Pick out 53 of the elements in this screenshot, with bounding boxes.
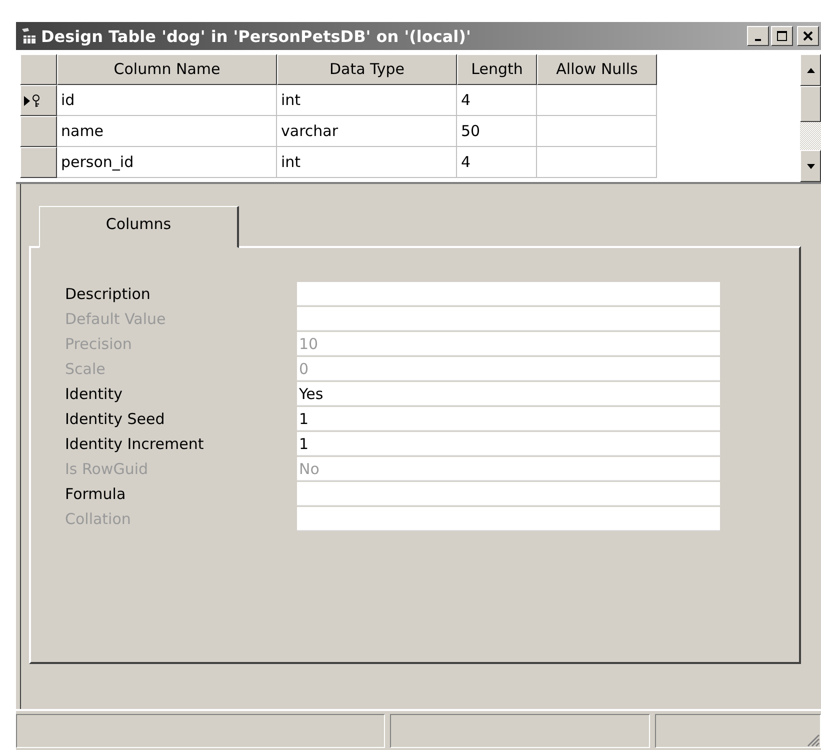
property-label: Identity (65, 384, 124, 405)
table-cell[interactable]: 50 (457, 116, 537, 147)
table-cell[interactable] (537, 85, 657, 116)
table-cell[interactable]: int (277, 147, 457, 178)
column-header[interactable]: Length (457, 54, 537, 85)
property-value-field[interactable] (297, 307, 720, 331)
property-label: Default Value (65, 309, 167, 330)
property-value-field[interactable] (297, 482, 720, 506)
property-value-field[interactable] (297, 507, 720, 531)
minimize-icon (755, 39, 761, 41)
maximize-button[interactable] (771, 26, 793, 46)
row-selector[interactable] (20, 147, 57, 178)
table-cell[interactable]: person_id (57, 147, 277, 178)
close-button[interactable] (797, 26, 819, 46)
minimize-button[interactable] (747, 26, 769, 46)
tab[interactable]: Columns (39, 206, 239, 248)
table-cell[interactable]: id (57, 85, 277, 116)
row-selector[interactable] (20, 85, 57, 116)
property-label: Formula (65, 484, 127, 505)
property-value-field[interactable]: Yes (297, 382, 720, 406)
property-value-field[interactable]: 1 (297, 407, 720, 431)
property-label: Collation (65, 509, 132, 530)
property-label: Description (65, 284, 152, 305)
corner-header (20, 54, 57, 85)
table-cell[interactable]: 4 (457, 85, 537, 116)
property-label: Identity Seed (65, 409, 166, 430)
scroll-thumb[interactable] (800, 86, 821, 122)
property-label: Scale (65, 359, 106, 380)
down-arrow-icon (806, 164, 814, 168)
table-cell[interactable] (537, 147, 657, 178)
column-header[interactable]: Allow Nulls (537, 54, 657, 85)
table-cell[interactable] (537, 116, 657, 147)
row-selector[interactable] (20, 116, 57, 147)
property-label: Identity Increment (65, 434, 205, 455)
close-icon (803, 31, 813, 41)
table-cell[interactable]: 4 (457, 147, 537, 178)
table-cell[interactable]: varchar (277, 116, 457, 147)
scroll-down-button[interactable] (800, 150, 821, 182)
table-icon (20, 27, 38, 45)
property-value-field[interactable]: 1 (297, 432, 720, 456)
window-title: Design Table 'dog' in 'PersonPetsDB' on '(local)' (41, 26, 472, 46)
column-header[interactable]: Data Type (277, 54, 457, 85)
table-cell[interactable]: name (57, 116, 277, 147)
scroll-up-button[interactable] (800, 54, 821, 86)
property-value-field[interactable] (297, 282, 720, 306)
table-cell[interactable]: int (277, 85, 457, 116)
property-label: Precision (65, 334, 133, 355)
key-icon (31, 94, 41, 108)
column-header[interactable]: Column Name (57, 54, 277, 85)
maximize-icon (777, 31, 787, 41)
property-label: Is RowGuid (65, 459, 150, 480)
up-arrow-icon (806, 68, 814, 72)
current-row-arrow-icon (24, 96, 30, 106)
